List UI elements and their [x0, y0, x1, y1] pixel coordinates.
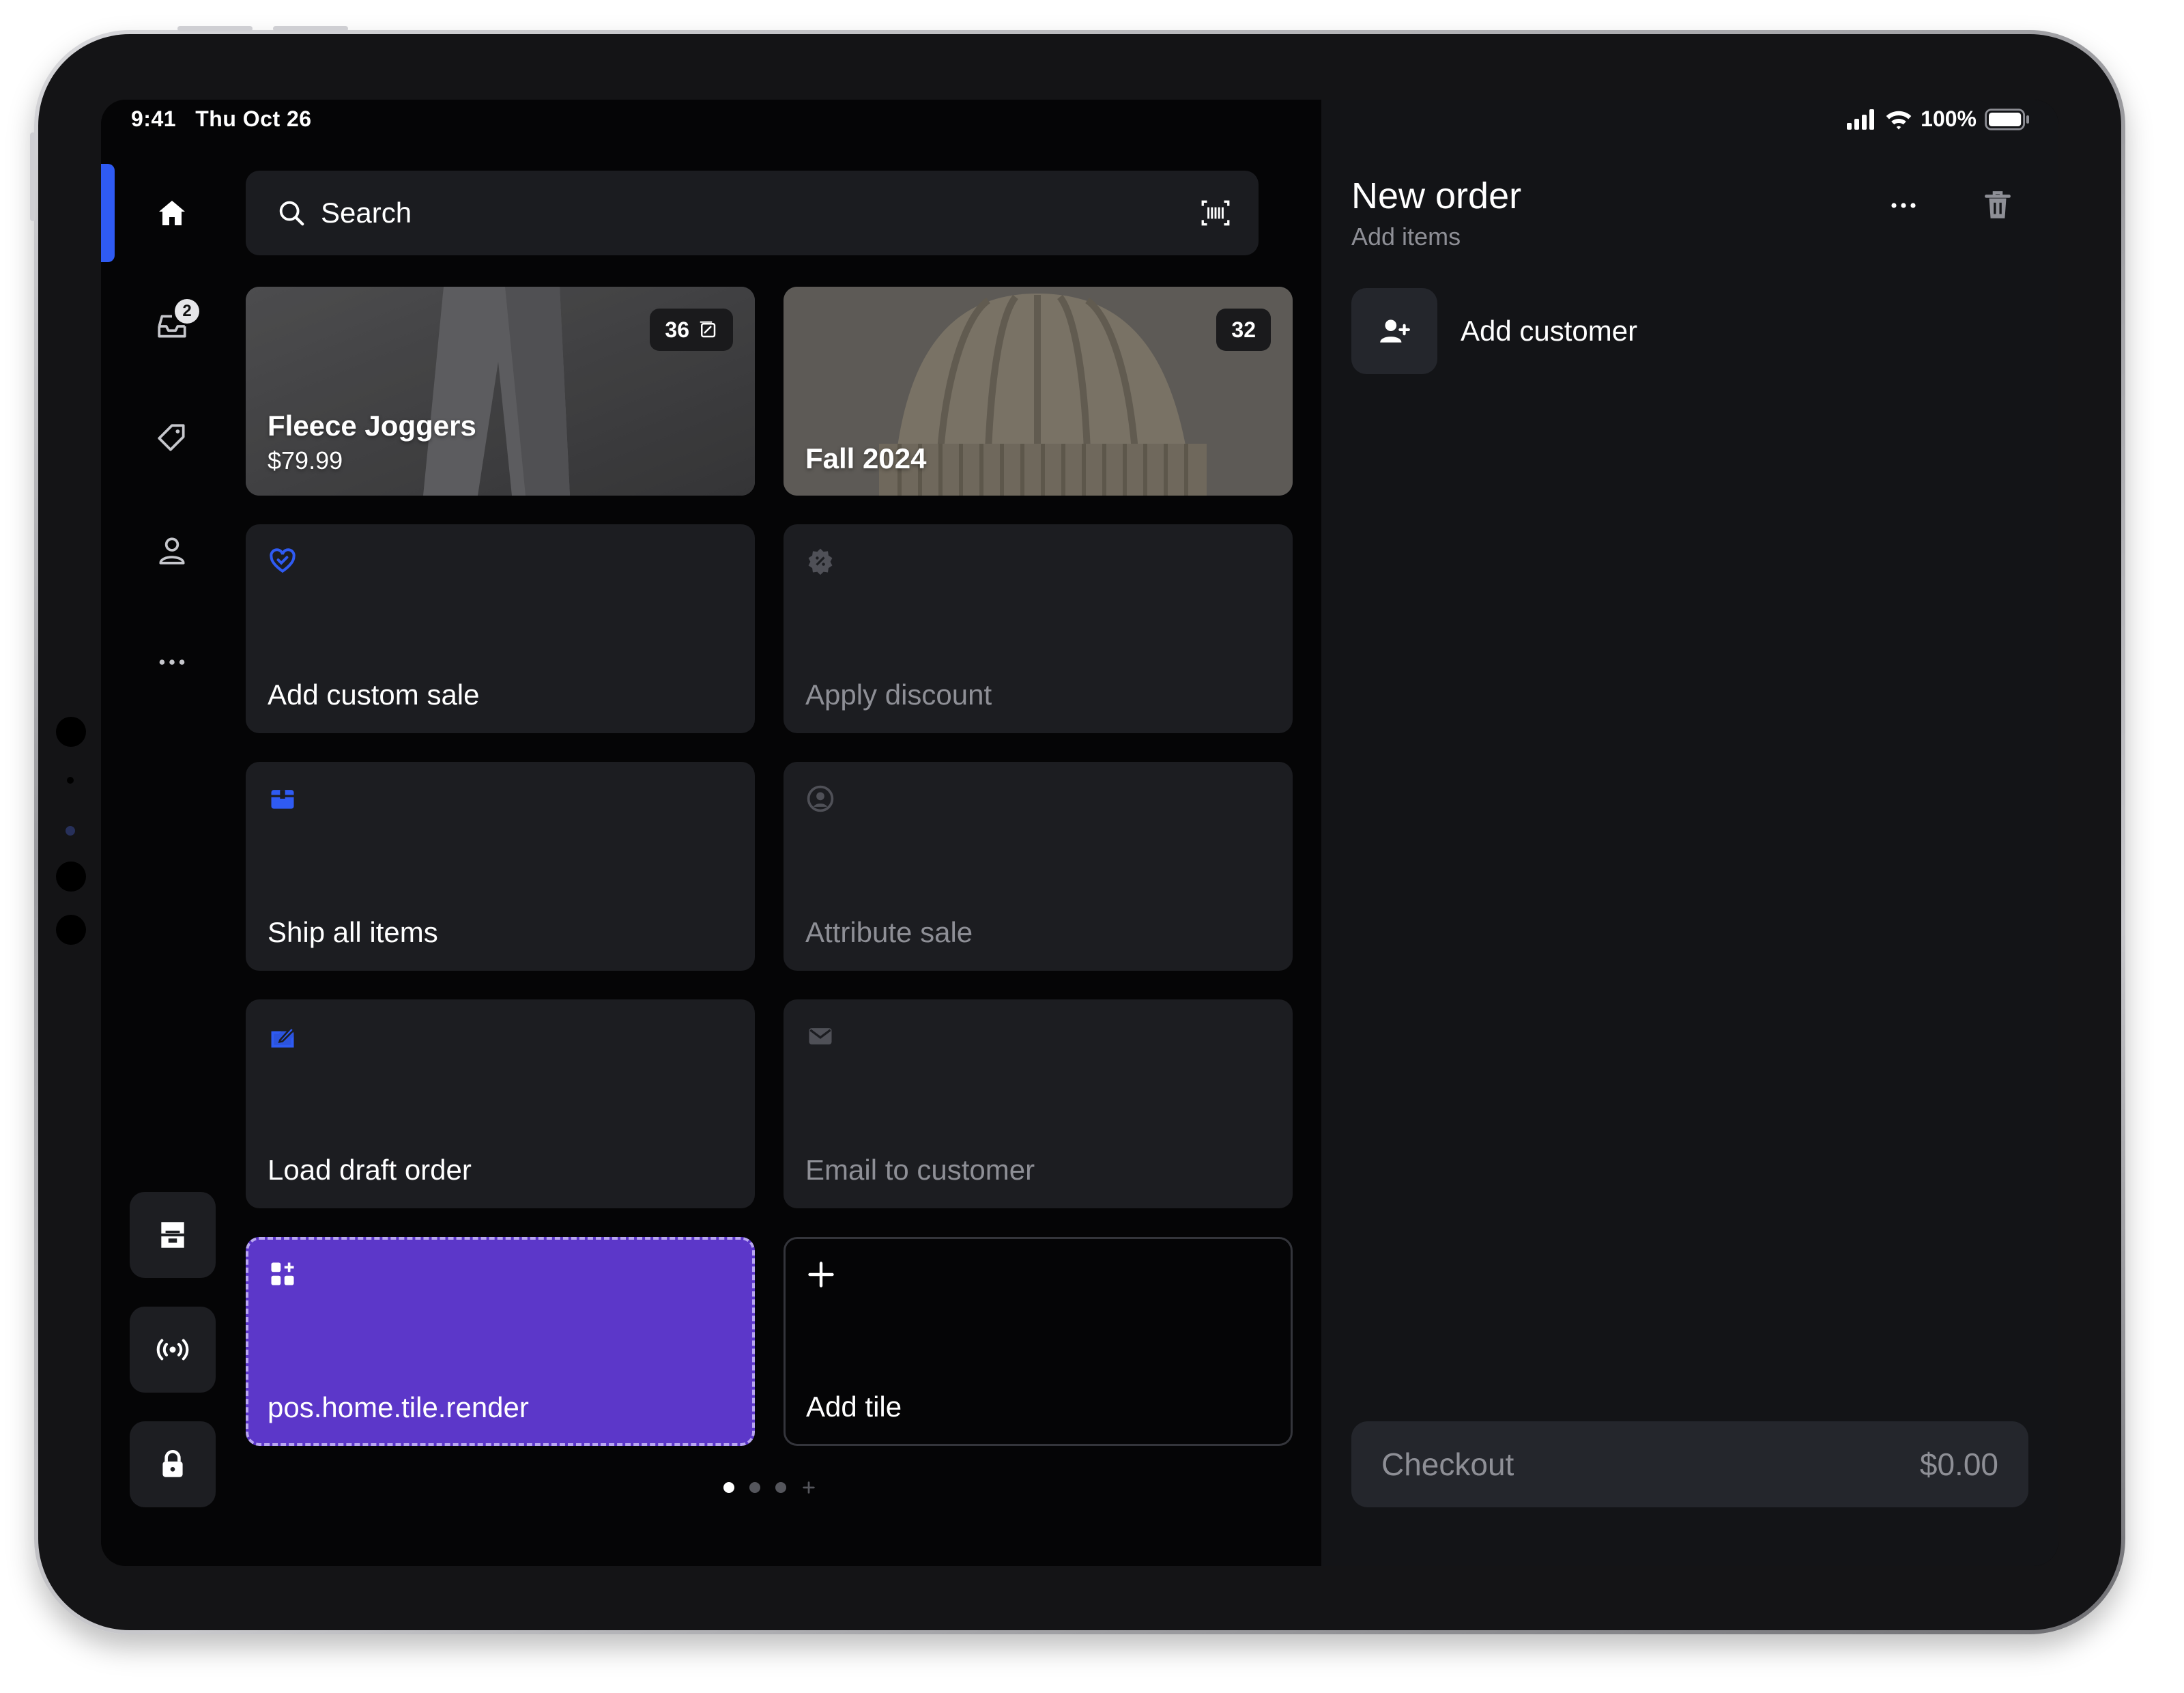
hardware-button[interactable]	[130, 1307, 216, 1393]
apps-add-icon	[271, 1262, 294, 1285]
battery-icon	[1985, 108, 2029, 130]
custom-sale-icon	[270, 548, 296, 573]
camera-lens	[66, 826, 75, 836]
discount-icon	[808, 548, 833, 575]
camera-dot-3	[56, 915, 86, 945]
product-count: 36	[665, 317, 689, 342]
side-button	[30, 132, 35, 221]
order-subtitle: Add items	[1351, 223, 1461, 251]
tile-add-custom-sale[interactable]: Add custom sale	[246, 524, 755, 733]
camera-dot-2	[56, 862, 86, 892]
status-icons: 100%	[1847, 106, 2030, 132]
nav-rail: 2	[101, 100, 244, 1566]
battery-percent: 100%	[1921, 106, 1977, 131]
more-icon	[159, 659, 185, 665]
apply-discount-label: Apply discount	[805, 679, 992, 711]
search-icon	[279, 201, 304, 226]
barcode-scan-icon[interactable]	[1198, 196, 1233, 230]
page-indicator[interactable]	[723, 1480, 816, 1495]
envelope-icon	[809, 1028, 832, 1044]
checkout-label: Checkout	[1381, 1447, 1514, 1482]
order-title: New order	[1351, 175, 1522, 216]
left-pane: 9:41 Thu Oct 26 2 Search 36 Fleece Jogge…	[101, 100, 1321, 1566]
home-icon	[159, 201, 185, 225]
orders-badge: 2	[175, 299, 199, 324]
add-customer-button[interactable]	[1351, 288, 1437, 374]
nav-item-orders[interactable]: 2	[143, 298, 201, 355]
tile-attribute-sale[interactable]: Attribute sale	[784, 762, 1293, 971]
add-tile-label: Add tile	[806, 1391, 902, 1423]
nav-item-products[interactable]	[143, 410, 201, 467]
add-customer-row[interactable]: Add customer	[1351, 288, 1637, 374]
order-pane: 100% New order Add items Add customer Ch…	[1321, 100, 2058, 1566]
nav-item-more[interactable]	[143, 634, 201, 691]
tile-add-tile[interactable]: Add tile	[784, 1237, 1293, 1446]
product-tile-fleece-joggers[interactable]: 36 Fleece Joggers $79.99	[246, 287, 755, 496]
custom-sale-label: Add custom sale	[268, 679, 480, 711]
search-input[interactable]: Search	[321, 197, 412, 229]
sensor-dot	[67, 777, 74, 784]
plus-icon	[808, 1262, 834, 1287]
page-dot-1[interactable]	[723, 1482, 734, 1493]
tile-load-draft-order[interactable]: Load draft order	[246, 999, 755, 1208]
email-customer-label: Email to customer	[805, 1154, 1035, 1186]
screen: 9:41 Thu Oct 26 2 Search 36 Fleece Jogge…	[101, 100, 2058, 1566]
lock-button[interactable]	[130, 1421, 216, 1507]
checkout-total: $0.00	[1919, 1447, 1998, 1482]
clear-order-button[interactable]	[1974, 182, 2022, 229]
tile-apply-discount[interactable]: Apply discount	[784, 524, 1293, 733]
ship-all-label: Ship all items	[268, 916, 438, 948]
wifi-icon	[1886, 111, 1912, 130]
load-draft-label: Load draft order	[268, 1154, 472, 1186]
product-price: $79.99	[268, 446, 343, 474]
person-icon	[159, 537, 185, 565]
store-button[interactable]	[130, 1192, 216, 1278]
collection-count: 32	[1231, 317, 1256, 342]
user-circle-icon	[807, 785, 834, 812]
tile-extension-render[interactable]: pos.home.tile.render	[246, 1237, 755, 1446]
search-bar[interactable]: Search	[246, 171, 1259, 255]
draft-order-icon	[271, 1026, 296, 1048]
collection-count-badge: 32	[1216, 309, 1271, 351]
lock-icon	[162, 1449, 183, 1477]
product-title: Fleece Joggers	[268, 410, 476, 442]
add-person-icon	[1380, 319, 1410, 343]
product-count-badge: 36	[650, 309, 733, 351]
nav-active-indicator	[101, 164, 115, 262]
page-dot-2[interactable]	[749, 1482, 760, 1493]
add-customer-label: Add customer	[1461, 315, 1638, 347]
nav-item-home[interactable]	[143, 184, 201, 242]
broadcast-icon	[156, 1339, 189, 1361]
collection-tile-fall-2024[interactable]: 32 Fall 2024	[784, 287, 1293, 496]
tile-ship-all-items[interactable]: Ship all items	[246, 762, 755, 971]
tile-email-to-customer[interactable]: Email to customer	[784, 999, 1293, 1208]
package-icon	[271, 790, 294, 809]
nav-item-customers[interactable]	[143, 522, 201, 579]
store-icon	[161, 1222, 184, 1248]
page-dot-3[interactable]	[775, 1482, 786, 1493]
trash-icon	[1985, 191, 2011, 218]
extension-label: pos.home.tile.render	[268, 1391, 529, 1423]
tag-icon	[158, 424, 185, 451]
attribute-sale-label: Attribute sale	[805, 916, 973, 948]
collection-title: Fall 2024	[805, 442, 927, 474]
add-page-icon[interactable]	[801, 1480, 816, 1495]
volume-button-top-2	[273, 26, 348, 31]
ellipsis-icon	[1891, 203, 1916, 208]
gallery-icon	[700, 321, 716, 338]
volume-button-top	[177, 26, 253, 31]
order-more-button[interactable]	[1880, 182, 1927, 229]
camera-dot	[56, 717, 86, 747]
checkout-button[interactable]: Checkout $0.00	[1351, 1421, 2028, 1507]
cellular-signal-icon	[1847, 109, 1875, 130]
